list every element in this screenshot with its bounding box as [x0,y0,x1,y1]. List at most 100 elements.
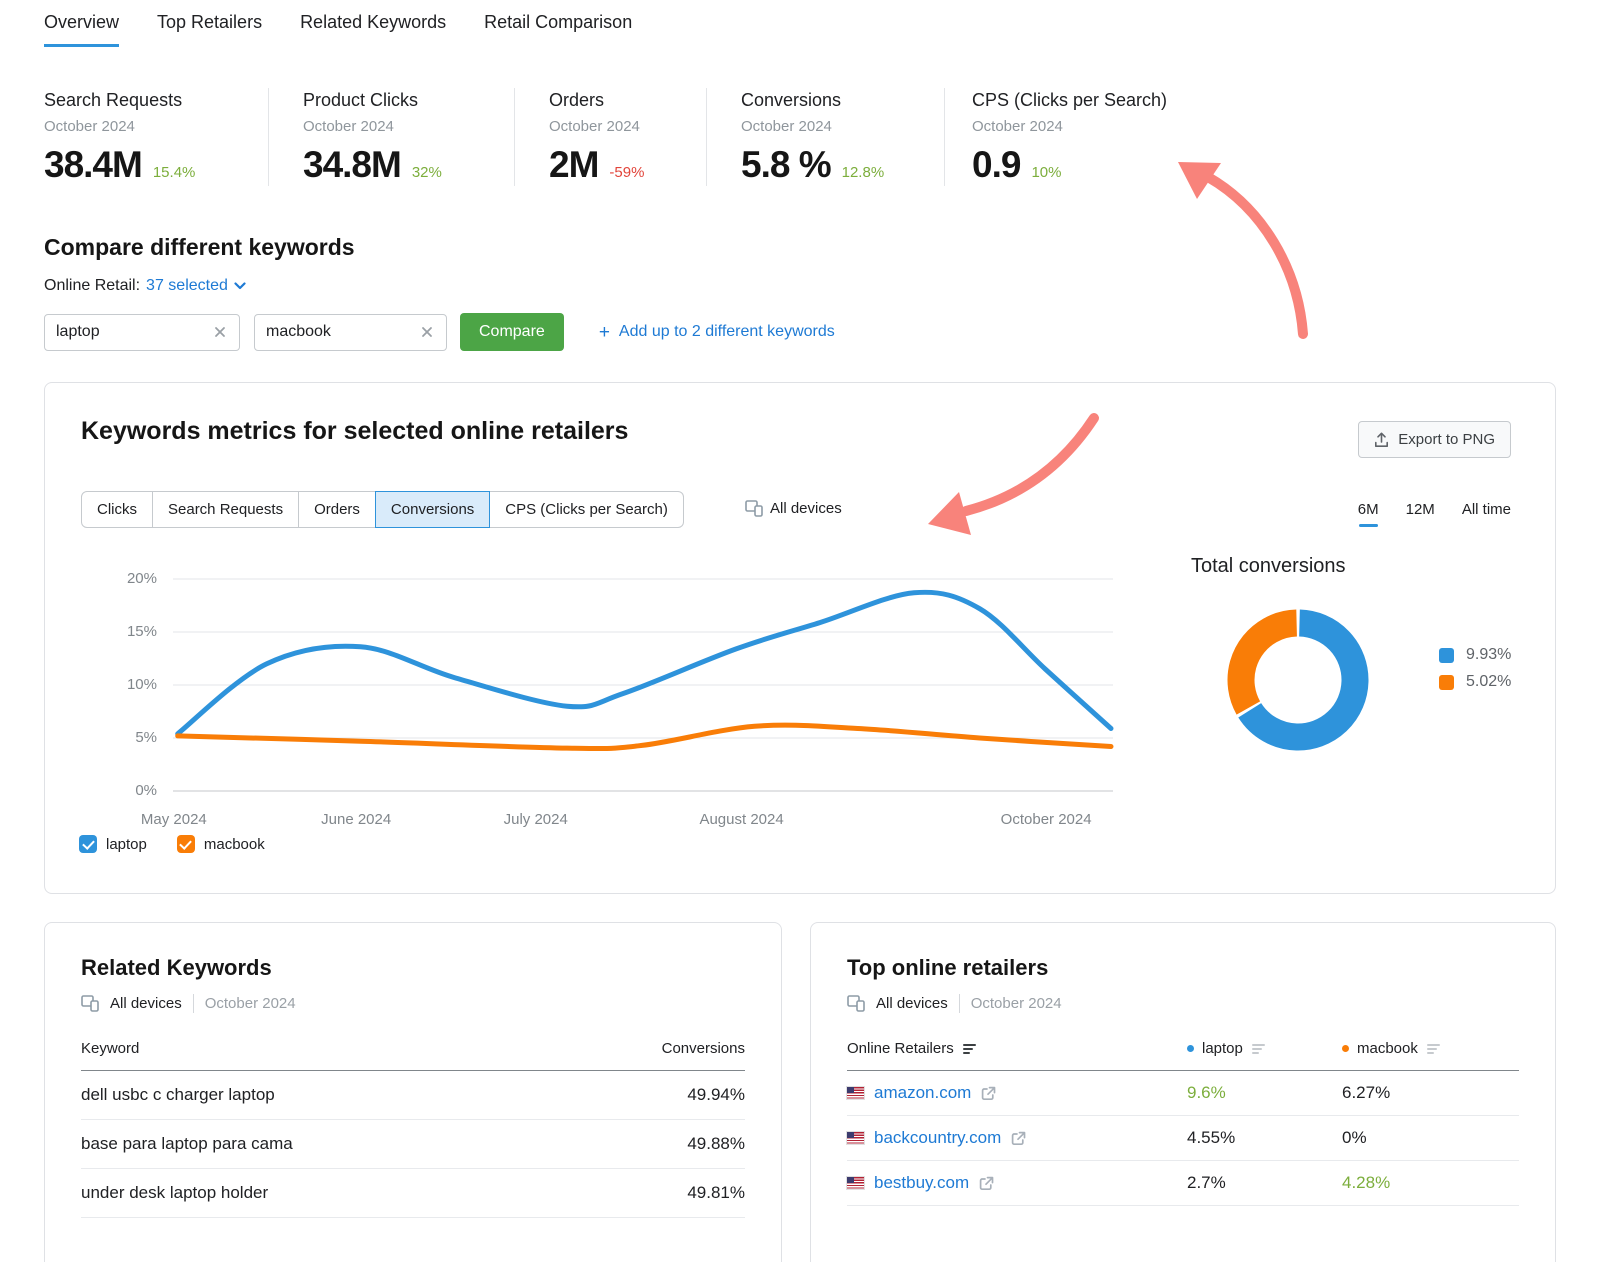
retailer-link[interactable]: bestbuy.com [874,1173,969,1193]
y-tick-label: 0% [135,782,157,799]
external-link-icon[interactable] [981,1086,996,1101]
range-all-time[interactable]: All time [1462,501,1511,518]
metric-tab-clicks[interactable]: Clicks [81,491,153,528]
toggle-laptop[interactable]: laptop [79,835,147,853]
sort-icon[interactable] [1251,1043,1265,1055]
column-laptop[interactable]: laptop [1187,1040,1342,1057]
external-link-icon[interactable] [1011,1131,1026,1146]
sort-icon[interactable] [1426,1043,1440,1055]
tab-retail-comparison[interactable]: Retail Comparison [484,12,632,47]
x-tick-label: August 2024 [699,811,783,828]
filter-selected-dropdown[interactable]: 37 selected [146,277,246,295]
tab-overview[interactable]: Overview [44,12,119,47]
table-row: backcountry.com 4.55% 0% [847,1116,1519,1161]
table-row[interactable]: base para laptop para cama 49.88% [81,1120,745,1169]
toggle-macbook[interactable]: macbook [177,835,265,853]
keyword-input-box-1 [44,314,240,351]
metric-tab-cps[interactable]: CPS (Clicks per Search) [490,491,684,528]
metric-tab-conversions[interactable]: Conversions [375,491,490,528]
us-flag-icon [847,1177,864,1189]
stat-label: Product Clicks [303,90,514,111]
conversions-cell: 49.88% [687,1134,745,1154]
stat-period: October 2024 [549,118,706,135]
retailer-link[interactable]: amazon.com [874,1083,971,1103]
x-tick-label: May 2024 [141,811,207,828]
macbook-series-dot [1342,1045,1349,1052]
stat-value: 38.4M [44,144,142,186]
checkbox-laptop-icon[interactable] [79,835,97,853]
range-6m[interactable]: 6M [1358,501,1379,518]
stat-label: Search Requests [44,90,268,111]
related-keywords-meta: All devices October 2024 [81,994,745,1013]
add-keyword-link[interactable]: + Add up to 2 different keywords [599,323,835,342]
keyword-cell: base para laptop para cama [81,1134,293,1154]
period-label: October 2024 [205,995,296,1012]
compare-button[interactable]: Compare [460,313,564,351]
series-line-laptop [178,592,1111,734]
device-filter[interactable]: All devices [745,500,842,517]
laptop-value: 2.7% [1187,1173,1342,1193]
period-label: October 2024 [971,995,1062,1012]
column-macbook[interactable]: macbook [1342,1040,1519,1057]
stat-value: 0.9 [972,144,1020,186]
tab-related-keywords[interactable]: Related Keywords [300,12,446,47]
stat-label: Conversions [741,90,944,111]
export-to-png-button[interactable]: Export to PNG [1358,421,1511,458]
device-filter-label: All devices [110,995,182,1012]
devices-icon [81,995,99,1012]
stat-label: Orders [549,90,706,111]
laptop-series-dot [1187,1045,1194,1052]
stat-delta: 12.8% [842,164,885,181]
y-tick-label: 20% [127,570,157,587]
top-nav: Overview Top Retailers Related Keywords … [44,12,632,47]
metric-tab-search-requests[interactable]: Search Requests [153,491,299,528]
stat-cps: CPS (Clicks per Search) October 2024 0.9… [944,88,1580,186]
top-retailers-header: Online Retailers laptop macbook [847,1040,1519,1071]
clear-keyword-2-icon[interactable] [419,324,435,340]
tab-top-retailers[interactable]: Top Retailers [157,12,262,47]
clear-keyword-1-icon[interactable] [212,324,228,340]
checkbox-macbook-icon[interactable] [177,835,195,853]
keyword-cell: dell usbc c charger laptop [81,1085,275,1105]
column-online-retailers[interactable]: Online Retailers [847,1040,1187,1057]
external-link-icon[interactable] [979,1176,994,1191]
keyword-cell: under desk laptop holder [81,1183,268,1203]
us-flag-icon [847,1087,864,1099]
top-retailers-card: Top online retailers All devices October… [810,922,1556,1262]
table-row[interactable]: under desk laptop holder 49.81% [81,1169,745,1218]
devices-icon [745,500,763,517]
legend-swatch-orange [1439,675,1454,690]
stat-value: 34.8M [303,144,401,186]
table-row: amazon.com 9.6% 6.27% [847,1071,1519,1116]
stat-value: 5.8 % [741,144,831,186]
metric-tab-orders[interactable]: Orders [299,491,376,528]
keyword-input-2[interactable] [266,323,419,341]
filter-label: Online Retail: [44,277,140,295]
macbook-value: 0% [1342,1128,1519,1148]
related-keywords-title: Related Keywords [81,955,745,981]
stat-value: 2M [549,144,598,186]
y-tick-label: 5% [135,729,157,746]
x-tick-label: October 2024 [1001,811,1092,828]
series-line-macbook [178,725,1111,748]
time-range-group: 6M 12M All time [1358,501,1511,518]
stat-label: CPS (Clicks per Search) [972,90,1580,111]
stat-delta: -59% [609,164,644,181]
related-keywords-card: Related Keywords All devices October 202… [44,922,782,1262]
range-12m[interactable]: 12M [1406,501,1435,518]
table-row: bestbuy.com 2.7% 4.28% [847,1161,1519,1206]
retailer-link[interactable]: backcountry.com [874,1128,1001,1148]
dashboard-page: Overview Top Retailers Related Keywords … [0,0,1600,1262]
keyword-input-1[interactable] [56,323,212,341]
metric-tab-group: Clicks Search Requests Orders Conversion… [81,491,684,528]
stat-period: October 2024 [303,118,514,135]
keyword-compare-row: Compare + Add up to 2 different keywords [44,313,835,351]
table-row[interactable]: dell usbc c charger laptop 49.94% [81,1071,745,1120]
stat-period: October 2024 [44,118,268,135]
stat-period: October 2024 [741,118,944,135]
stat-delta: 15.4% [153,164,196,181]
sort-icon[interactable] [962,1043,976,1055]
stat-search-requests: Search Requests October 2024 38.4M 15.4% [44,88,268,186]
column-keyword: Keyword [81,1040,139,1057]
donut-legend: 9.93% 5.02% [1439,646,1511,700]
